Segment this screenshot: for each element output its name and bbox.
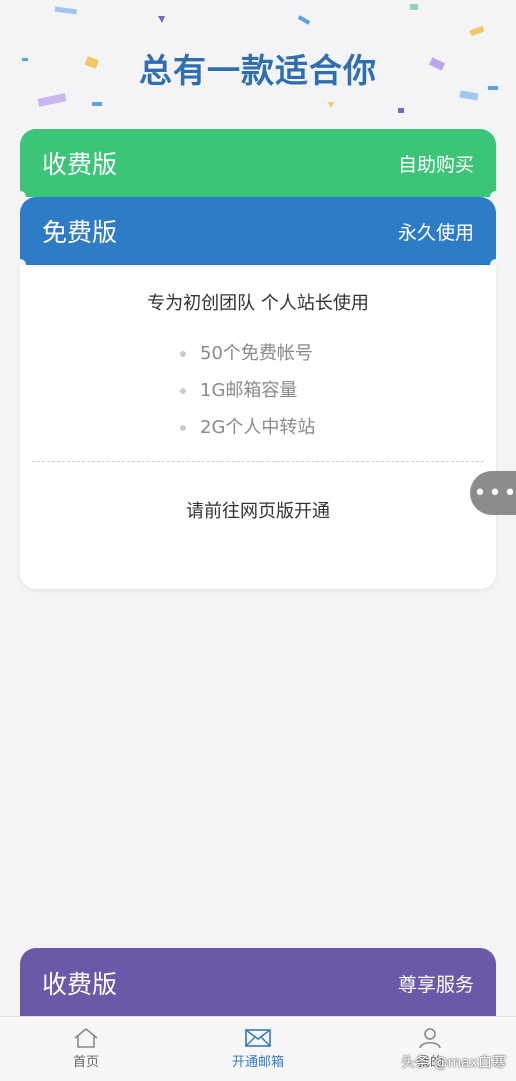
tab-label: 开通邮箱	[231, 1055, 284, 1070]
more-dots-icon: •••	[473, 480, 516, 506]
feature-item: 1G邮箱容量	[180, 372, 496, 409]
dashed-divider	[32, 461, 484, 462]
feature-list: 50个免费帐号 1G邮箱容量 2G个人中转站	[20, 335, 496, 446]
user-icon	[419, 1028, 441, 1049]
plan-header-paid-premium[interactable]: 收费版 尊享服务	[20, 948, 496, 1018]
more-options-button[interactable]: •••	[470, 471, 516, 515]
mail-icon	[245, 1029, 271, 1047]
plan-tag: 永久使用	[397, 221, 474, 244]
plan-name: 收费版	[42, 150, 118, 179]
plan-tag: 自助购买	[397, 153, 474, 176]
plan-card-paid-self[interactable]: 收费版 自助购买	[14, 129, 502, 203]
plan-card-free[interactable]: 免费版 永久使用 专为初创团队 个人站长使用 50个免费帐号 1G邮箱容量 2G…	[14, 197, 502, 589]
plan-header-paid-self[interactable]: 收费版 自助购买	[14, 129, 502, 203]
feature-item: 2G个人中转站	[180, 409, 496, 446]
tab-open-mailbox[interactable]: 开通邮箱	[172, 1017, 344, 1081]
tab-label: 首页	[72, 1055, 99, 1070]
plan-name: 免费版	[42, 218, 118, 247]
plan-card-paid-premium[interactable]: 收费版 尊享服务	[20, 948, 496, 1018]
plan-details-free: 专为初创团队 个人站长使用 50个免费帐号 1G邮箱容量 2G个人中转站 请前往…	[20, 265, 496, 589]
plan-name: 收费版	[42, 970, 118, 999]
tab-home[interactable]: 首页	[0, 1017, 172, 1081]
plan-description: 专为初创团队 个人站长使用	[147, 293, 369, 314]
feature-item: 50个免费帐号	[180, 335, 496, 372]
plan-tag: 尊享服务	[397, 973, 474, 996]
page-title: 总有一款适合你	[139, 51, 377, 90]
watermark: 头条 @max白寒	[401, 1055, 506, 1071]
open-hint-text: 请前往网页版开通	[186, 501, 330, 522]
home-icon	[74, 1028, 98, 1048]
plan-header-free[interactable]: 免费版 永久使用	[14, 197, 502, 271]
